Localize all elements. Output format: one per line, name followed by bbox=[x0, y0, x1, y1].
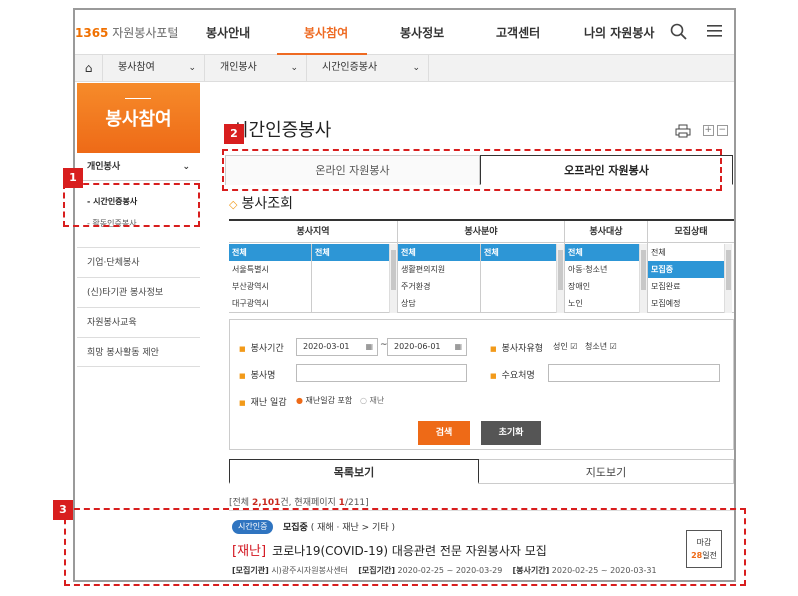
annotation-box-1 bbox=[63, 183, 200, 227]
breadcrumb-level1[interactable]: 봉사참여 ⌄ bbox=[103, 55, 205, 81]
filter-field: 봉사분야 전체 생활편의지원 주거환경 상담 전체 bbox=[398, 221, 565, 313]
chevron-down-icon: ⌄ bbox=[290, 63, 298, 73]
annotation-badge-1: 1 bbox=[63, 168, 83, 188]
sidebar-group-personal[interactable]: 개인봉사 ⌄ bbox=[77, 153, 200, 181]
breadcrumb-level3[interactable]: 시간인증봉사 ⌄ bbox=[307, 55, 429, 81]
org-input[interactable] bbox=[548, 364, 720, 382]
nav-customer[interactable]: 고객센터 bbox=[496, 24, 540, 41]
page-title: 시간인증봉사 bbox=[232, 120, 332, 141]
status-list[interactable]: 전체 모집중 모집완료 모집예정 bbox=[648, 244, 724, 312]
nav-my-volunteer[interactable]: 나의 자원봉사 bbox=[584, 24, 654, 41]
search-icon[interactable] bbox=[670, 23, 688, 41]
search-button[interactable]: 검색 bbox=[418, 421, 470, 445]
sidebar-item-proposal[interactable]: 희망 봉사활동 제안 bbox=[77, 337, 200, 367]
sidebar-title: 봉사참여 bbox=[77, 83, 200, 153]
filter-lists: 봉사지역 전체 서울특별시 부산광역시 대구광역시 전체 봉사분야 전체 생활편… bbox=[229, 219, 734, 313]
name-label: ■ 봉사명 bbox=[239, 371, 276, 381]
scrollbar[interactable] bbox=[389, 244, 397, 313]
scrollbar[interactable] bbox=[639, 244, 647, 313]
filter-target: 봉사대상 전체 아동·청소년 장애인 노인 bbox=[565, 221, 648, 313]
zoom-out-icon[interactable]: − bbox=[716, 125, 728, 136]
page-tools: + − bbox=[675, 123, 728, 138]
home-icon[interactable]: ⌂ bbox=[75, 55, 103, 81]
print-icon[interactable] bbox=[675, 124, 691, 138]
period-label: ■ 봉사기간 bbox=[239, 344, 284, 354]
top-navigation: 1365 자원봉사포털 봉사안내 봉사참여 봉사정보 고객센터 나의 자원봉사 bbox=[75, 10, 734, 55]
annotation-box-2 bbox=[222, 149, 722, 191]
annotation-badge-2: 2 bbox=[224, 124, 244, 144]
type-adult-checkbox[interactable]: 성인 ☑ bbox=[553, 341, 577, 352]
annotation-box-3 bbox=[64, 508, 746, 586]
site-logo[interactable]: 1365 자원봉사포털 bbox=[75, 24, 178, 41]
chevron-down-icon: ⌄ bbox=[182, 162, 190, 172]
scrollbar[interactable] bbox=[724, 244, 732, 313]
calendar-icon[interactable]: ▦ bbox=[365, 339, 373, 355]
search-form: ■ 봉사기간 2020-03-01 ▦ ~ 2020-06-01 ▦ ■ 봉사자유형 성… bbox=[229, 319, 734, 450]
disaster-label: ■ 재난 일감 bbox=[239, 398, 287, 408]
zoom-in-icon[interactable]: + bbox=[702, 125, 714, 136]
breadcrumb: ⌂ 봉사참여 ⌄ 개인봉사 ⌄ 시간인증봉사 ⌄ bbox=[75, 55, 734, 82]
tab-map-view[interactable]: 지도보기 bbox=[479, 459, 734, 484]
diamond-icon: ◇ bbox=[229, 198, 238, 211]
nav-participation[interactable]: 봉사참여 bbox=[304, 24, 348, 41]
tab-list-view[interactable]: 목록보기 bbox=[229, 459, 479, 484]
sidebar-item-other-agency[interactable]: (신)타기관 봉사정보 bbox=[77, 277, 200, 307]
chevron-down-icon: ⌄ bbox=[188, 63, 196, 73]
filter-region: 봉사지역 전체 서울특별시 부산광역시 대구광역시 전체 bbox=[229, 221, 398, 313]
sidebar-item-corporate[interactable]: 기업·단체봉사 bbox=[77, 247, 200, 277]
browser-frame: 1365 자원봉사포털 봉사안내 봉사참여 봉사정보 고객센터 나의 자원봉사 … bbox=[73, 8, 736, 582]
view-tabs: 목록보기 지도보기 bbox=[229, 459, 734, 484]
menu-icon[interactable] bbox=[707, 24, 723, 38]
type-youth-checkbox[interactable]: 청소년 ☑ bbox=[585, 341, 617, 352]
target-list[interactable]: 전체 아동·청소년 장애인 노인 bbox=[565, 244, 639, 312]
result-count: [전체 2,101건, 현재페이지 1/211] bbox=[229, 498, 369, 508]
field-sub-list[interactable]: 전체 bbox=[480, 244, 556, 313]
region-list[interactable]: 전체 서울특별시 부산광역시 대구광역시 bbox=[229, 244, 311, 312]
sidebar-item-education[interactable]: 자원봉사교육 bbox=[77, 307, 200, 337]
name-input[interactable] bbox=[296, 364, 467, 382]
search-section-title: ◇ 봉사조회 bbox=[229, 196, 293, 212]
calendar-icon[interactable]: ▦ bbox=[454, 339, 462, 355]
disaster-include-radio[interactable]: ● 재난일감 포함 bbox=[296, 395, 352, 406]
disaster-only-radio[interactable]: ○ 재난 bbox=[360, 395, 384, 406]
date-from-input[interactable]: 2020-03-01 ▦ bbox=[296, 338, 378, 356]
reset-button[interactable]: 초기화 bbox=[481, 421, 541, 445]
field-list[interactable]: 전체 생활편의지원 주거환경 상담 bbox=[398, 244, 480, 312]
annotation-badge-3: 3 bbox=[53, 500, 73, 520]
region-sub-list[interactable]: 전체 bbox=[311, 244, 389, 313]
chevron-down-icon: ⌄ bbox=[412, 63, 420, 73]
filter-status: 모집상태 전체 모집중 모집완료 모집예정 bbox=[648, 221, 734, 313]
scrollbar[interactable] bbox=[556, 244, 564, 313]
org-label: ■ 수요처명 bbox=[490, 371, 535, 381]
date-to-input[interactable]: 2020-06-01 ▦ bbox=[387, 338, 467, 356]
nav-info[interactable]: 봉사정보 bbox=[400, 24, 444, 41]
type-label: ■ 봉사자유형 bbox=[490, 344, 544, 354]
nav-guide[interactable]: 봉사안내 bbox=[206, 24, 250, 41]
breadcrumb-level2[interactable]: 개인봉사 ⌄ bbox=[205, 55, 307, 81]
